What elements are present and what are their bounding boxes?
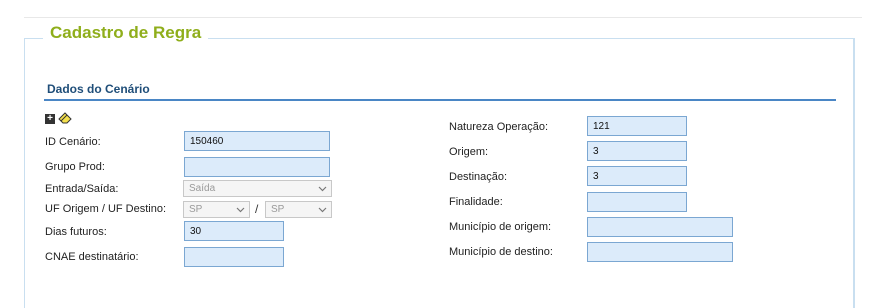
destinacao-label: Destinação:	[449, 171, 508, 183]
grupo-prod-field[interactable]	[184, 157, 330, 177]
dias-futuros-label: Dias futuros:	[45, 226, 107, 238]
cnae-label: CNAE destinatário:	[45, 251, 139, 263]
uf-label: UF Origem / UF Destino:	[45, 203, 167, 215]
natureza-field[interactable]: 121	[587, 116, 687, 136]
top-divider	[24, 17, 862, 18]
natureza-label: Natureza Operação:	[449, 121, 549, 133]
plus-icon[interactable]: +	[45, 114, 55, 124]
chevron-down-icon	[318, 207, 327, 213]
uf-destino-value: SP	[271, 204, 285, 215]
finalidade-field[interactable]	[587, 192, 687, 212]
uf-destino-select[interactable]: SP	[265, 201, 332, 218]
origem-label: Origem:	[449, 146, 489, 158]
finalidade-label: Finalidade:	[449, 196, 503, 208]
entrada-saida-label: Entrada/Saída:	[45, 183, 119, 195]
municipio-origem-field[interactable]	[587, 217, 733, 237]
rule-fieldset	[24, 38, 855, 308]
eraser-icon[interactable]	[58, 112, 72, 124]
chevron-down-icon	[236, 207, 245, 213]
fieldset-legend: Cadastro de Regra	[43, 23, 209, 43]
municipio-destino-field[interactable]	[587, 242, 733, 262]
municipio-destino-label: Município de destino:	[449, 246, 553, 258]
entrada-saida-select[interactable]: Saída	[183, 180, 332, 197]
id-cenario-field[interactable]: 150460	[184, 131, 330, 151]
uf-separator: /	[255, 202, 259, 216]
entrada-saida-value: Saída	[189, 183, 216, 194]
section-title: Dados do Cenário	[47, 82, 150, 96]
cnae-field[interactable]	[184, 247, 284, 267]
municipio-origem-label: Município de origem:	[449, 221, 552, 233]
grupo-prod-label: Grupo Prod:	[45, 161, 105, 173]
uf-origem-value: SP	[189, 204, 203, 215]
id-cenario-label: ID Cenário:	[45, 136, 101, 148]
destinacao-field[interactable]: 3	[587, 166, 687, 186]
section-divider	[44, 99, 836, 101]
chevron-down-icon	[318, 186, 327, 192]
uf-origem-select[interactable]: SP	[183, 201, 250, 218]
origem-field[interactable]: 3	[587, 141, 687, 161]
dias-futuros-field[interactable]: 30	[184, 221, 284, 241]
